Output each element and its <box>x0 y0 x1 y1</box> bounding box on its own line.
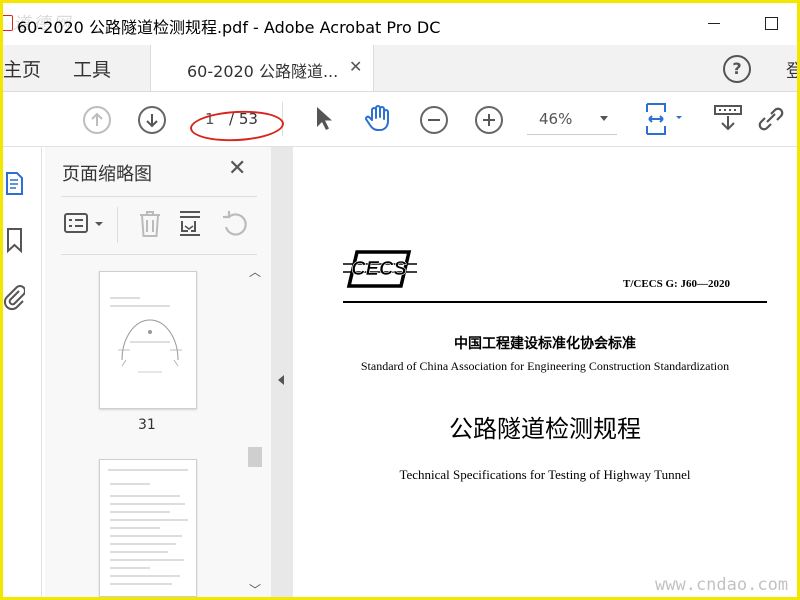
zoom-out-icon[interactable] <box>420 106 448 134</box>
cecs-logo: CECS <box>343 250 417 288</box>
svg-text:CECS: CECS <box>351 258 407 280</box>
document-view[interactable]: CECS T/CECS G: J60—2020 中国工程建设标准化协会标准 St… <box>293 147 797 597</box>
tab-bar: 主页 工具 60-2020 公路隧道... ✕ ? 登 <box>3 45 797 92</box>
page-thumbnail[interactable] <box>99 459 197 597</box>
document-cn-title: 公路隧道检测规程 <box>449 415 641 443</box>
chevron-up-icon[interactable]: ︿ <box>249 263 261 280</box>
attachment-icon[interactable] <box>3 283 25 311</box>
window-title: 60-2020 公路隧道检测规程.pdf - Adobe Acrobat Pro… <box>17 18 441 37</box>
site-watermark: www.cndao.com <box>655 575 789 595</box>
title-bar: 道德网 60-2020 公路隧道检测规程.pdf - Adobe Acrobat… <box>3 3 797 45</box>
tab-tools[interactable]: 工具 <box>73 55 111 82</box>
select-cursor-icon[interactable] <box>313 104 333 132</box>
close-icon[interactable]: ✕ <box>228 156 246 181</box>
fit-page-icon[interactable] <box>643 102 689 136</box>
left-rail <box>3 147 42 597</box>
zoom-value: 46% <box>539 110 573 128</box>
toolbar: 1 / 53 46% <box>3 92 797 147</box>
divider <box>61 196 257 197</box>
previous-page-icon[interactable] <box>83 106 111 134</box>
page-thumbnail[interactable] <box>99 271 197 409</box>
scrollbar-thumb[interactable] <box>248 447 262 467</box>
chevron-down-icon[interactable]: ﹀ <box>249 581 261 597</box>
minimize-button[interactable] <box>702 11 726 35</box>
trash-icon[interactable] <box>137 209 163 239</box>
acrobat-icon <box>3 15 13 31</box>
panel-title: 页面缩略图 <box>62 164 152 185</box>
close-icon[interactable]: ✕ <box>349 57 362 76</box>
header-rule <box>343 301 767 303</box>
options-menu-icon[interactable] <box>63 211 107 237</box>
app-window: 道德网 60-2020 公路隧道检测规程.pdf - Adobe Acrobat… <box>0 0 800 600</box>
help-icon[interactable]: ? <box>723 55 751 83</box>
insert-page-icon[interactable] <box>177 209 203 239</box>
read-mode-icon[interactable] <box>713 104 743 134</box>
standard-code: T/CECS G: J60—2020 <box>623 278 730 290</box>
thumbnail-preview <box>110 297 182 373</box>
thumbnail-page-number: 31 <box>138 417 156 433</box>
tab-document-label: 60-2020 公路隧道... <box>187 62 339 81</box>
tab-document[interactable]: 60-2020 公路隧道... ✕ <box>150 45 374 91</box>
link-icon[interactable] <box>755 104 787 134</box>
document-cn-subtitle: 中国工程建设标准化协会标准 <box>454 336 636 352</box>
divider <box>117 207 118 243</box>
zoom-in-icon[interactable] <box>475 106 503 134</box>
document-en-subtitle: Standard of China Association for Engine… <box>360 359 730 373</box>
hand-tool-icon[interactable] <box>363 103 393 133</box>
chevron-down-icon[interactable] <box>600 116 608 121</box>
sign-in-link[interactable]: 登 <box>786 57 797 83</box>
document-en-title: Technical Specifications for Testing of … <box>399 467 691 482</box>
panel-scrollbar[interactable]: ︿ ﹀ <box>245 259 265 597</box>
page-thumbnails-icon[interactable] <box>5 171 25 197</box>
thumbnail-panel: 页面缩略图 ✕ 31 ︿ ﹀ <box>45 147 271 597</box>
next-page-icon[interactable] <box>138 106 166 134</box>
bookmark-icon[interactable] <box>5 227 25 255</box>
thumbnail-preview <box>108 469 188 585</box>
rotate-icon[interactable] <box>221 211 249 239</box>
maximize-button[interactable] <box>759 11 783 35</box>
divider <box>61 254 257 255</box>
tab-home[interactable]: 主页 <box>3 55 41 82</box>
panel-splitter[interactable] <box>271 147 293 597</box>
collapse-arrow-icon[interactable] <box>278 375 284 385</box>
